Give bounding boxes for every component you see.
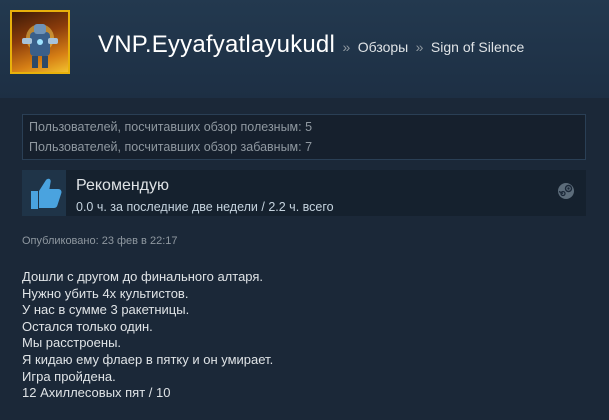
avatar[interactable] [10, 10, 70, 74]
review-body: Дошли с другом до финального алтаря. Нуж… [22, 269, 582, 402]
breadcrumb: VNP.Eyyafyatlayukudl » Обзоры » Sign of … [98, 31, 524, 59]
helpful-count-text: Пользователей, посчитавших обзор полезны… [29, 120, 313, 134]
thumbs-up-icon [31, 178, 62, 209]
posted-date: Опубликовано: 23 фев в 22:17 [22, 235, 178, 247]
playtime-hours: 0.0 ч. за последние две недели / 2.2 ч. … [76, 200, 334, 214]
funny-count-text: Пользователей, посчитавших обзор забавны… [29, 140, 313, 154]
avatar-art [22, 24, 58, 68]
review-line: Нужно убить 4х культистов. [22, 285, 189, 301]
recommendation-title: Рекомендую [76, 177, 170, 194]
steam-icon [558, 183, 574, 199]
breadcrumb-game-link[interactable]: Sign of Silence [431, 39, 524, 55]
profile-username[interactable]: VNP.Eyyafyatlayukudl [98, 31, 335, 58]
recommendation-box: Рекомендую 0.0 ч. за последние две недел… [22, 170, 586, 216]
review-line: Я кидаю ему флаер в пятку и он умирает. [22, 351, 274, 367]
thumb-container [22, 170, 66, 216]
review-line: Дошли с другом до финального алтаря. [22, 269, 264, 284]
profile-header: VNP.Eyyafyatlayukudl » Обзоры » Sign of … [0, 0, 609, 98]
review-line: Игра пройдена. [22, 368, 116, 384]
helpful-votes-box: Пользователей, посчитавших обзор полезны… [22, 114, 586, 160]
breadcrumb-reviews-link[interactable]: Обзоры [358, 39, 409, 55]
breadcrumb-separator: » [415, 39, 424, 55]
review-line: У нас в сумме 3 ракетницы. [22, 302, 190, 318]
review-line: 12 Ахиллесовых пят / 10 [22, 385, 171, 401]
review-line: Мы расстроены. [22, 335, 122, 351]
breadcrumb-separator: » [342, 39, 351, 55]
review-line: Остался только один. [22, 318, 153, 334]
